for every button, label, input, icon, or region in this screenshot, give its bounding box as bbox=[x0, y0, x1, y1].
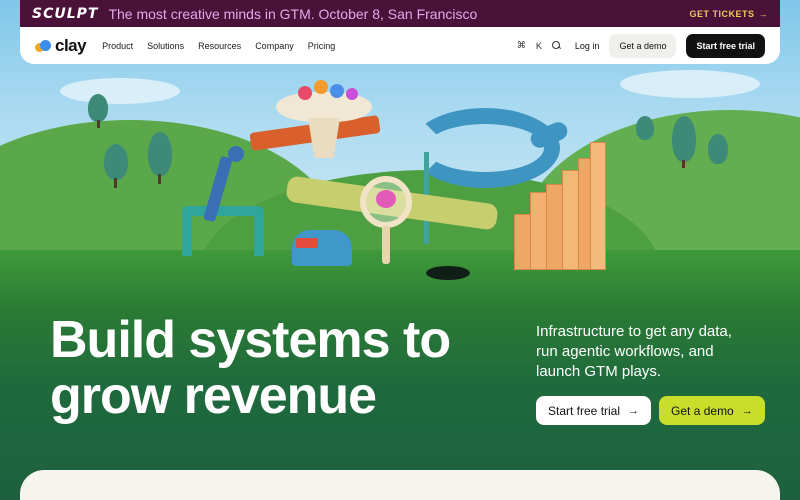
tree bbox=[672, 116, 696, 168]
magnifier-handle bbox=[382, 226, 390, 264]
login-link[interactable]: Log in bbox=[575, 41, 600, 51]
arrow-right-icon: → bbox=[628, 404, 640, 417]
command-key-icon[interactable]: ⌘ bbox=[517, 40, 526, 51]
bar-blocks bbox=[514, 142, 606, 270]
nav-item-company[interactable]: Company bbox=[255, 41, 294, 51]
ball bbox=[228, 146, 244, 162]
hero-cta-row: Start free trial → Get a demo → bbox=[536, 396, 765, 425]
hero-get-demo-label: Get a demo bbox=[671, 403, 734, 418]
hero-headline: Build systems to grow revenue bbox=[50, 312, 490, 424]
swing-frame bbox=[182, 206, 264, 256]
tree bbox=[708, 134, 728, 168]
banner-promo-text: The most creative minds in GTM. October … bbox=[108, 5, 478, 22]
hero-start-trial-label: Start free trial bbox=[548, 403, 621, 418]
nav-menu: Product Solutions Resources Company Pric… bbox=[102, 41, 335, 51]
search-icon[interactable] bbox=[551, 41, 561, 50]
pink-orb bbox=[376, 190, 396, 208]
tree bbox=[636, 116, 654, 144]
funnel bbox=[276, 92, 372, 122]
ball bbox=[298, 86, 312, 100]
k-key-label[interactable]: K bbox=[536, 41, 542, 51]
start-trial-button[interactable]: Start free trial bbox=[686, 33, 765, 58]
nav-item-pricing[interactable]: Pricing bbox=[308, 41, 336, 51]
clay-logo-icon bbox=[35, 39, 51, 52]
tree bbox=[104, 144, 128, 188]
ball bbox=[314, 80, 328, 94]
nav-item-solutions[interactable]: Solutions bbox=[147, 41, 184, 51]
arrow-right-icon: → bbox=[758, 8, 768, 19]
brand-logo[interactable]: clay bbox=[35, 35, 87, 56]
ball bbox=[346, 88, 358, 100]
main-nav: clay Product Solutions Resources Company… bbox=[20, 27, 780, 64]
nav-actions: ⌘ K Log in Get a demo Start free trial bbox=[517, 33, 765, 58]
tree bbox=[88, 94, 108, 128]
hero-illustration bbox=[0, 0, 800, 500]
hero-get-demo-button[interactable]: Get a demo → bbox=[659, 396, 765, 425]
tree bbox=[148, 132, 172, 184]
sculpt-logo: SCULPT bbox=[32, 5, 99, 22]
hero-start-trial-button[interactable]: Start free trial → bbox=[536, 396, 652, 425]
brand-name: clay bbox=[55, 35, 87, 55]
mailbox-flag bbox=[296, 238, 318, 248]
cloud bbox=[620, 70, 760, 98]
announcement-banner[interactable]: SCULPT The most creative minds in GTM. O… bbox=[20, 0, 780, 27]
nav-item-resources[interactable]: Resources bbox=[198, 41, 241, 51]
headline-line-1: Build systems to bbox=[50, 311, 451, 369]
nav-item-product[interactable]: Product bbox=[102, 41, 133, 51]
get-tickets-link[interactable]: GET TICKETS → bbox=[689, 9, 768, 19]
ball bbox=[330, 84, 344, 98]
headline-line-2: grow revenue bbox=[50, 367, 377, 425]
arrow-right-icon: → bbox=[741, 404, 753, 417]
hole bbox=[426, 266, 470, 280]
cloud bbox=[60, 78, 180, 104]
mailbox bbox=[292, 230, 352, 266]
get-demo-button[interactable]: Get a demo bbox=[609, 33, 677, 58]
get-tickets-label: GET TICKETS bbox=[689, 8, 755, 19]
next-section-panel bbox=[20, 470, 780, 500]
hero-subtext: Infrastructure to get any data, run agen… bbox=[536, 323, 732, 380]
